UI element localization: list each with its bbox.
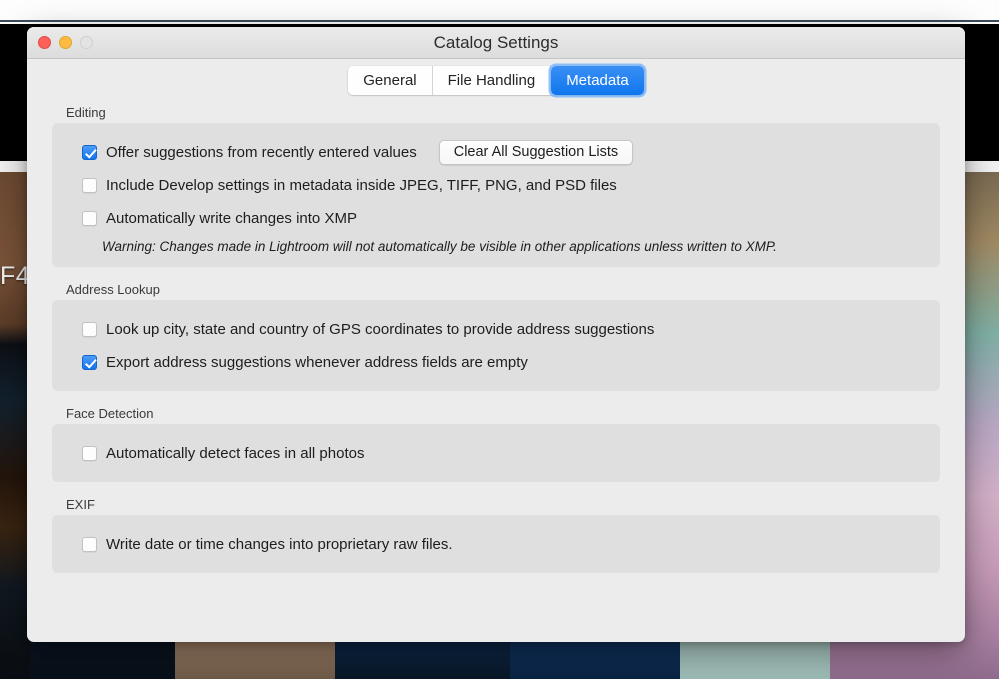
setting-row-export-address-suggestions: Export address suggestions whenever addr…: [52, 346, 940, 378]
setting-row-detect-faces: Automatically detect faces in all photos: [52, 437, 940, 469]
section-address-lookup: Address Lookup Look up city, state and c…: [52, 282, 940, 391]
dialog-titlebar: Catalog Settings: [27, 27, 965, 59]
catalog-settings-dialog: Catalog Settings General File Handling M…: [27, 27, 965, 642]
setting-label: Include Develop settings in metadata ins…: [106, 176, 617, 194]
backdrop-photo-label: F4: [0, 262, 31, 290]
section-body: Look up city, state and country of GPS c…: [52, 300, 940, 391]
checkbox-gps-lookup[interactable]: [82, 321, 97, 337]
checkbox-detect-faces[interactable]: [82, 445, 97, 461]
setting-row-auto-write-xmp: Automatically write changes into XMP: [52, 202, 940, 234]
window-controls: [38, 27, 93, 58]
section-body: Automatically detect faces in all photos: [52, 424, 940, 482]
section-title: Face Detection: [66, 406, 154, 421]
close-button-icon[interactable]: [38, 36, 51, 49]
checkbox-auto-write-xmp[interactable]: [82, 210, 97, 226]
minimize-button-icon[interactable]: [59, 36, 72, 49]
section-title: Editing: [66, 105, 106, 120]
checkbox-export-address-suggestions[interactable]: [82, 354, 97, 370]
tab-bar: General File Handling Metadata: [27, 59, 965, 99]
setting-row-offer-suggestions: Offer suggestions from recently entered …: [52, 136, 940, 168]
section-title: EXIF: [66, 497, 95, 512]
setting-label: Export address suggestions whenever addr…: [106, 353, 528, 371]
section-body: Write date or time changes into propriet…: [52, 515, 940, 573]
metadata-panel-content: Editing Offer suggestions from recently …: [27, 99, 965, 642]
zoom-button-icon: [80, 36, 93, 49]
page-title: Catalog Settings: [433, 32, 559, 52]
tab-metadata[interactable]: Metadata: [551, 66, 644, 95]
backdrop-menu-strip: [0, 0, 999, 22]
clear-all-suggestion-lists-button[interactable]: Clear All Suggestion Lists: [438, 139, 634, 165]
section-exif: EXIF Write date or time changes into pro…: [52, 497, 940, 573]
segmented-tab-control: General File Handling Metadata: [348, 66, 644, 95]
backdrop-thumbnail: [0, 172, 30, 679]
setting-label: Automatically detect faces in all photos: [106, 444, 365, 462]
checkbox-write-date-time[interactable]: [82, 536, 97, 552]
xmp-warning-note: Warning: Changes made in Lightroom will …: [102, 239, 777, 254]
setting-row-gps-lookup: Look up city, state and country of GPS c…: [52, 313, 940, 345]
checkbox-offer-suggestions[interactable]: [82, 144, 97, 160]
setting-label: Automatically write changes into XMP: [106, 209, 357, 227]
setting-label: Offer suggestions from recently entered …: [106, 143, 417, 161]
tab-general[interactable]: General: [348, 66, 433, 95]
section-editing: Editing Offer suggestions from recently …: [52, 105, 940, 267]
setting-label: Write date or time changes into propriet…: [106, 535, 453, 553]
tab-file-handling[interactable]: File Handling: [432, 66, 552, 95]
setting-row-write-date-time: Write date or time changes into propriet…: [52, 528, 940, 560]
setting-row-include-develop-settings: Include Develop settings in metadata ins…: [52, 169, 940, 201]
section-body: Offer suggestions from recently entered …: [52, 123, 940, 267]
checkbox-include-develop-settings[interactable]: [82, 177, 97, 193]
setting-label: Look up city, state and country of GPS c…: [106, 320, 655, 338]
section-title: Address Lookup: [66, 282, 160, 297]
section-face-detection: Face Detection Automatically detect face…: [52, 406, 940, 482]
